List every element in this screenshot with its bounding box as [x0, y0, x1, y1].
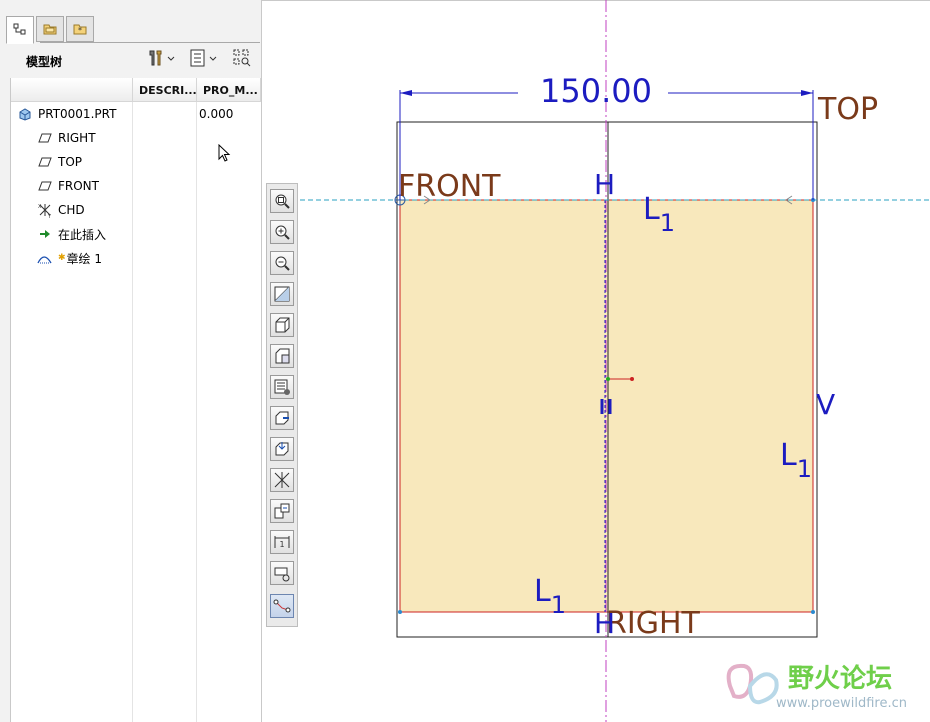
horizontal-constraint-bottom: H — [594, 607, 616, 640]
origin-x-end — [630, 377, 634, 381]
horizontal-constraint-top: H — [594, 168, 616, 201]
constraint-l: L — [643, 192, 660, 227]
origin-point — [606, 377, 610, 381]
watermark: 野火论坛 www.proewildfire.cn — [720, 656, 930, 722]
constraint-l: L — [534, 574, 551, 609]
constraint-index: 1 — [550, 591, 566, 619]
watermark-url: www.proewildfire.cn — [776, 696, 907, 711]
datum-label-top: TOP — [818, 92, 879, 127]
dimension-value[interactable]: 150.00 — [540, 72, 652, 110]
equal-length-constraint-right: L1 — [780, 438, 812, 483]
dimension-arrow-right — [801, 90, 813, 96]
watermark-logo-icon — [726, 663, 779, 705]
sketch-canvas[interactable] — [0, 0, 930, 722]
dimension-arrow-left — [400, 90, 412, 96]
constraint-l: L — [780, 438, 797, 473]
vertex-point[interactable] — [811, 610, 815, 614]
vertical-constraint-right: V — [816, 388, 836, 421]
vertex-point[interactable] — [398, 610, 402, 614]
equal-length-constraint-bottom: L1 — [534, 574, 566, 619]
datum-label-right: RIGHT — [606, 606, 700, 641]
datum-label-front: FRONT — [398, 169, 501, 204]
constraint-index: 1 — [796, 455, 812, 483]
constraint-index: 1 — [659, 209, 675, 237]
canvas-top-border — [262, 0, 930, 1]
watermark-title: 野火论坛 — [788, 664, 893, 694]
equal-length-constraint-top: L1 — [643, 192, 675, 237]
